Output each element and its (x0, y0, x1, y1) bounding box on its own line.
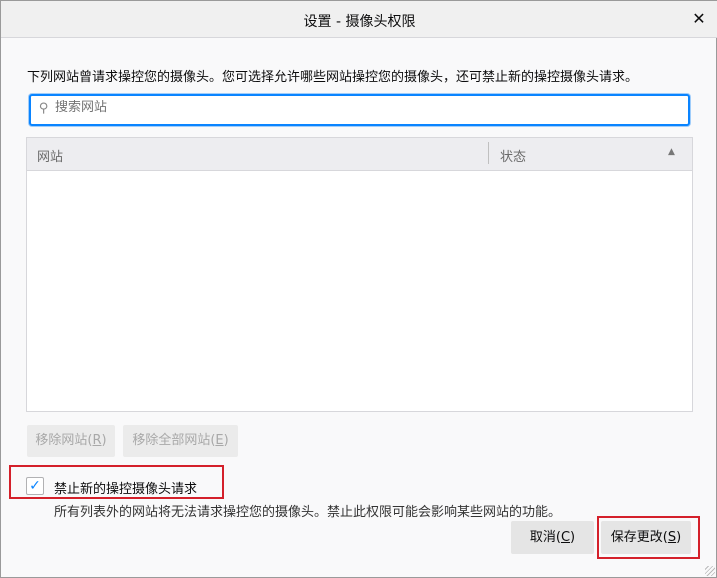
dialog-title: 设置 - 摄像头权限 (303, 14, 416, 30)
table-header: 网站 状态 ▲ (27, 138, 692, 171)
label-end: ) (570, 530, 576, 545)
highlight-box (597, 516, 700, 559)
sites-table[interactable]: 网站 状态 ▲ (26, 137, 693, 412)
column-header-site[interactable]: 网站 (37, 146, 63, 165)
column-header-status[interactable]: 状态 (500, 146, 526, 165)
label: 取消( (529, 530, 561, 545)
label: 移除全部网站( (132, 433, 216, 448)
accesskey: E (215, 433, 224, 448)
label: 移除网站( (35, 433, 93, 448)
accesskey: C (560, 530, 571, 545)
resize-grip-icon[interactable] (705, 566, 715, 576)
block-new-requests-checkbox[interactable]: ✓ (26, 477, 44, 495)
search-input[interactable] (55, 100, 655, 115)
block-new-requests-hint: 所有列表外的网站将无法请求操控您的摄像头。禁止此权限可能会影响某些网站的功能。 (54, 505, 562, 520)
cancel-button[interactable]: 取消(C) (511, 521, 594, 554)
sort-ascending-icon: ▲ (668, 147, 675, 157)
label-end: ) (223, 433, 229, 448)
remove-site-button[interactable]: 移除网站(R) (27, 425, 115, 457)
description-text: 下列网站曾请求操控您的摄像头。您可选择允许哪些网站操控您的摄像头，还可禁止新的操… (27, 70, 639, 85)
search-field[interactable]: ⚲ (29, 94, 690, 126)
remove-all-sites-button[interactable]: 移除全部网站(E) (123, 425, 238, 457)
block-new-requests-label[interactable]: 禁止新的操控摄像头请求 (54, 478, 197, 497)
label-end: ) (101, 433, 107, 448)
accesskey: R (92, 433, 102, 448)
search-icon: ⚲ (39, 101, 49, 116)
column-divider[interactable] (488, 142, 489, 164)
close-button[interactable]: ✕ (687, 7, 711, 31)
